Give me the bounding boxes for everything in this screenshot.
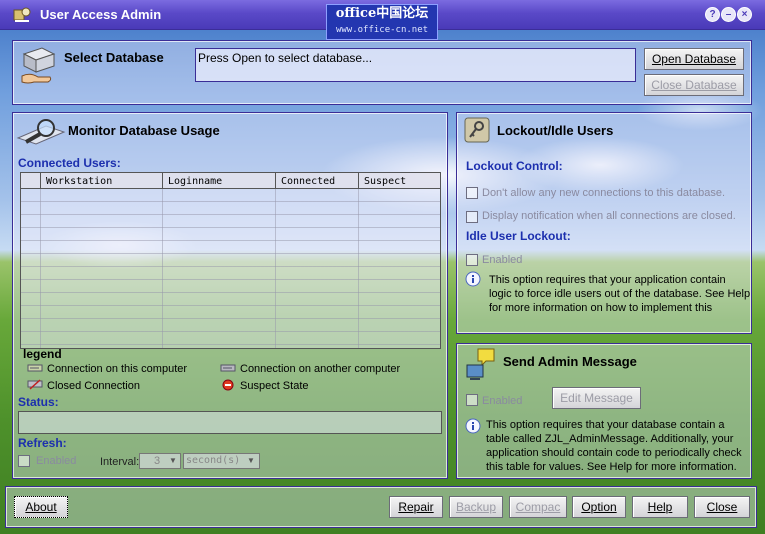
admin-message-panel: Send Admin Message Enabled Edit Message … [456,343,752,479]
window-title: User Access Admin [40,7,162,22]
database-path-field[interactable]: Press Open to select database... [195,48,636,82]
interval-value: 3 [154,455,161,467]
app-icon [13,7,31,22]
connected-users-table[interactable]: Workstation Loginname Connected Suspect [20,172,441,349]
watermark-line2: www.office-cn.net [335,25,429,35]
repair-button[interactable]: Repair [389,496,443,518]
footer-bar: About Repair Backup Compac Option Help C… [5,486,757,528]
compact-button[interactable]: Compac [509,496,567,518]
option-button[interactable]: Option [572,496,626,518]
refresh-label: Refresh: [18,436,67,450]
option-label: Option [581,500,617,514]
monitor-panel: Monitor Database Usage Connected Users: … [12,112,448,479]
close-label: Close [706,500,738,514]
admin-message-icon [466,348,495,380]
interval-unit-value: second(s) [186,455,241,466]
interval-unit-select[interactable]: second(s) ▼ [183,453,260,469]
this-computer-connection-icon [27,364,43,372]
open-database-button[interactable]: Open Database [644,48,744,70]
admin-message-title: Send Admin Message [503,354,637,369]
column-suspect[interactable]: Suspect [364,175,406,189]
key-icon [464,117,490,143]
status-field [18,411,442,434]
no-new-connections-label: Don't allow any new connections to this … [482,187,726,199]
refresh-enabled-checkbox[interactable] [18,455,30,467]
watermark-logo: office中国论坛 www.office-cn.net [326,4,438,40]
monitor-title: Monitor Database Usage [68,123,220,138]
no-new-connections-checkbox[interactable] [466,187,478,199]
legend-suspect-state: Suspect State [240,380,309,392]
suspect-state-icon [222,379,234,391]
idle-enabled-label: Enabled [482,254,523,266]
database-path-placeholder: Press Open to select database... [198,51,373,65]
backup-label: Backup [455,500,497,514]
info-icon [465,271,481,287]
minimize-window-button[interactable]: – [721,7,736,22]
legend-closed-connection: Closed Connection [47,380,140,392]
backup-button[interactable]: Backup [449,496,503,518]
display-notification-label: Display notification when all connection… [482,210,736,222]
watermark-line1: office中国论坛 [335,6,429,21]
select-database-panel: Select Database Press Open to select dat… [12,40,752,105]
refresh-enabled-label: Enabled [36,455,77,467]
lockout-panel: Lockout/Idle Users Lockout Control: Don'… [456,112,752,334]
idle-enabled-checkbox[interactable] [466,254,478,266]
help-button[interactable]: Help [632,496,688,518]
display-notification-checkbox[interactable] [466,211,478,223]
info-icon [465,418,481,434]
close-window-button[interactable]: × [737,7,752,22]
interval-unit-chevron-down-icon: ▼ [247,456,255,465]
other-computer-connection-icon [220,364,236,372]
help-label: Help [647,500,673,514]
admin-message-info-text: This option requires that your database … [486,419,742,473]
idle-lockout-info-text: This option requires that your applicati… [489,274,751,313]
table-body [21,189,440,348]
close-database-button[interactable]: Close Database [644,74,744,96]
compact-label: Compac [515,500,561,514]
column-connected[interactable]: Connected [281,175,335,189]
interval-select[interactable]: 3 ▼ [139,453,181,469]
closed-connection-icon [27,379,43,390]
open-database-label: Open Database [651,52,737,66]
about-label: About [25,500,57,514]
legend-this-computer: Connection on this computer [47,363,188,375]
close-database-label: Close Database [651,78,737,92]
select-database-title: Select Database [64,50,164,65]
column-workstation[interactable]: Workstation [46,175,112,189]
legend-other-computer: Connection on another computer [240,363,401,375]
database-icon [21,47,56,84]
magnifier-icon [16,119,66,145]
close-button[interactable]: Close [694,496,750,518]
about-button[interactable]: About [14,496,68,518]
admin-message-enabled-label: Enabled [482,395,523,407]
help-window-button[interactable]: ? [705,7,720,22]
interval-label: Interval: [100,456,140,468]
lockout-title: Lockout/Idle Users [497,123,614,138]
lockout-control-label: Lockout Control: [466,159,563,173]
connected-users-label: Connected Users: [18,156,121,170]
column-loginname[interactable]: Loginname [168,175,222,189]
admin-message-enabled-checkbox[interactable] [466,394,478,406]
repair-label: Repair [398,500,434,514]
legend-title: legend [23,347,62,361]
status-label: Status: [18,395,59,409]
interval-chevron-down-icon: ▼ [169,456,177,465]
idle-user-lockout-label: Idle User Lockout: [466,229,571,243]
edit-message-button[interactable]: Edit Message [552,387,641,409]
table-header: Workstation Loginname Connected Suspect [21,173,440,189]
